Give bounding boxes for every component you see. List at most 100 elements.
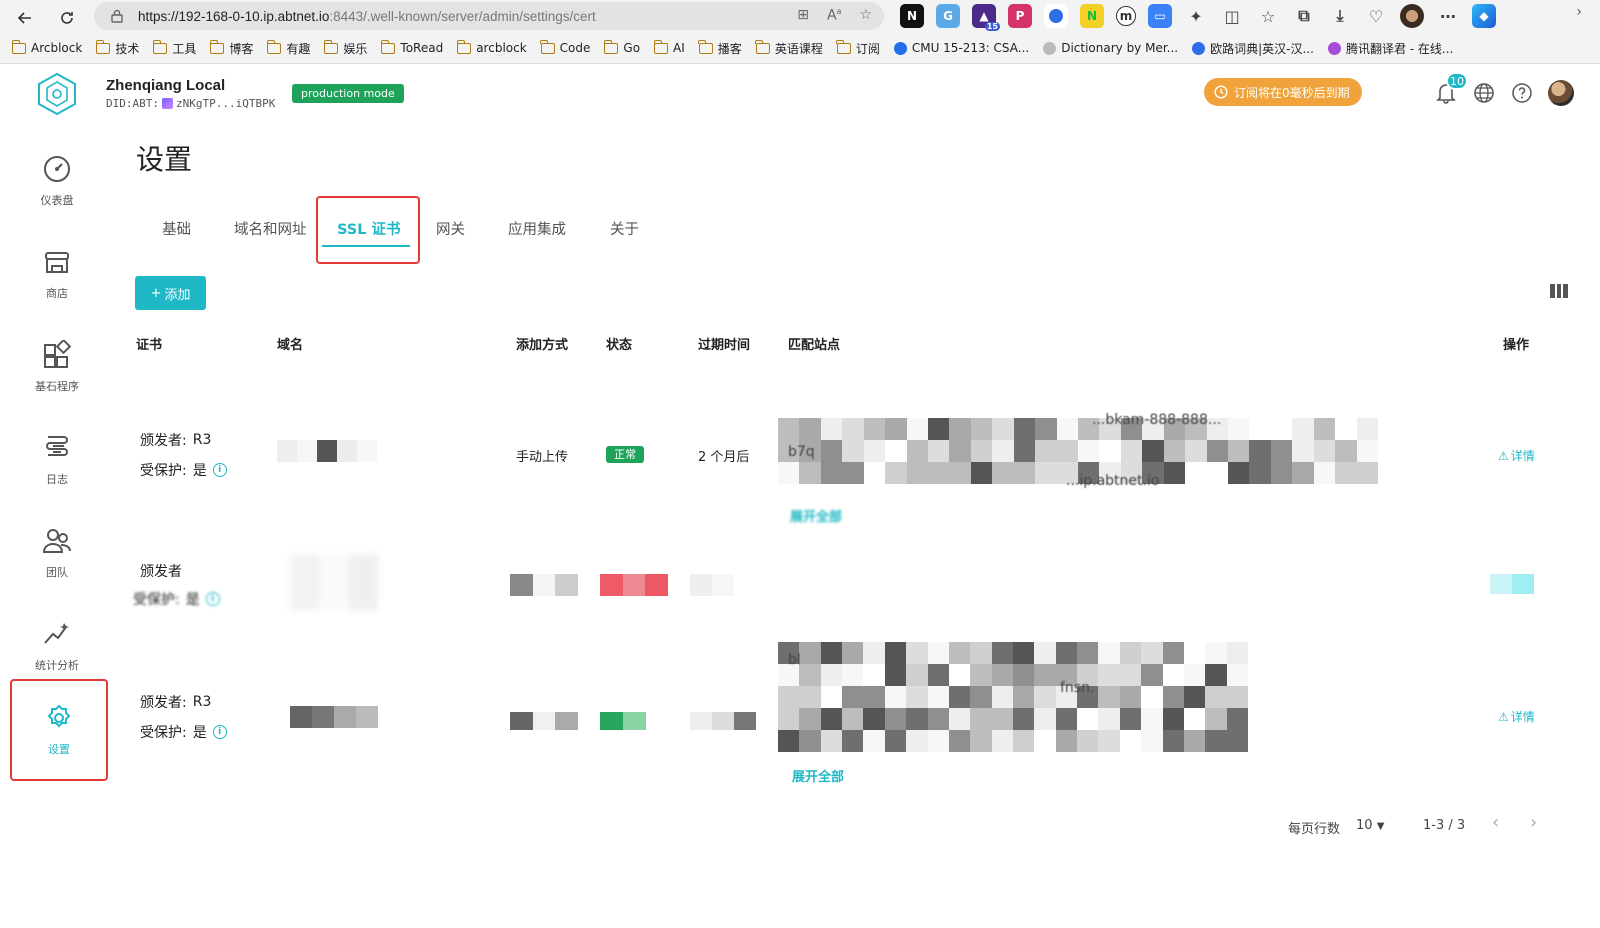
pdf-extension-icon[interactable]: P — [1008, 4, 1032, 28]
bookmark-item[interactable]: 英语课程 — [755, 39, 823, 57]
bookmark-item[interactable]: CMU 15-213: CSA... — [893, 41, 1029, 55]
bookmark-item[interactable]: 播客 — [698, 39, 742, 57]
protected-label: 受保护: — [133, 592, 180, 606]
column-header[interactable]: 状态 — [606, 334, 632, 353]
sidebar-item-team[interactable]: 团队 — [12, 506, 102, 600]
bookmark-item[interactable]: 腾讯翻译君 - 在线... — [1327, 40, 1453, 57]
address-bar[interactable]: https://192-168-0-10.ip.abtnet.io:8443/.… — [94, 2, 884, 30]
profile-avatar-icon[interactable] — [1400, 4, 1424, 28]
tab-about[interactable]: 关于 — [610, 218, 639, 239]
bookmark-item[interactable]: 欧路词典|英汉-汉... — [1192, 40, 1314, 57]
collections-icon[interactable]: ⧉ — [1292, 4, 1316, 28]
tab-domains[interactable]: 域名和网址 — [234, 218, 307, 239]
add-certificate-button[interactable]: + 添加 — [135, 276, 206, 310]
tab-basic[interactable]: 基础 — [162, 218, 191, 239]
bookmark-item[interactable]: Arcblock — [11, 39, 82, 55]
bookmark-item[interactable]: 娱乐 — [323, 39, 367, 57]
graduation-extension-icon[interactable]: ▲ 15 — [972, 4, 1000, 31]
bookmark-item[interactable]: Code — [540, 39, 590, 55]
n-extension-icon[interactable]: N — [1080, 4, 1104, 28]
user-avatar[interactable] — [1548, 80, 1574, 106]
favorite-star-icon[interactable]: ☆ — [859, 7, 872, 24]
redacted-expiry — [690, 574, 734, 596]
info-icon[interactable]: i — [205, 592, 220, 606]
bookmark-item[interactable]: 博客 — [209, 39, 253, 57]
bookmark-item[interactable]: 有趣 — [266, 39, 311, 57]
bookmark-item[interactable]: Dictionary by Mer... — [1043, 41, 1178, 55]
copilot-icon[interactable]: ◆ — [1472, 4, 1496, 28]
column-header[interactable]: 匹配站点 — [788, 334, 840, 353]
sidebar-item-logs[interactable]: 日志 — [12, 413, 102, 507]
translate-extension-icon[interactable]: G — [936, 4, 960, 28]
performance-icon[interactable]: ♡ — [1364, 4, 1388, 28]
sidebar-item-store[interactable]: 商店 — [12, 227, 102, 321]
tab-integrations[interactable]: 应用集成 — [508, 218, 566, 239]
detail-button[interactable]: ⚠ 详情 — [1498, 447, 1535, 464]
app-available-icon[interactable]: ⊞ — [797, 7, 809, 24]
back-button[interactable] — [12, 5, 38, 31]
detail-button[interactable]: ⚠ 详情 — [1498, 708, 1535, 725]
reload-button[interactable] — [54, 5, 80, 31]
bookmarks-overflow-icon[interactable]: › — [1576, 4, 1582, 20]
read-aloud-icon[interactable]: Aa — [827, 7, 841, 24]
redacted-action[interactable] — [1490, 574, 1534, 594]
next-page-icon[interactable]: › — [1530, 812, 1537, 833]
folder-icon — [603, 39, 619, 54]
bookmark-item[interactable]: arcblock — [456, 39, 527, 55]
info-icon[interactable]: i — [212, 463, 227, 477]
folder-icon — [380, 39, 396, 54]
notion-extension-icon[interactable]: N — [900, 4, 924, 28]
circle-extension-icon[interactable] — [1044, 4, 1068, 28]
issuer-field: 颁发者 — [140, 561, 188, 581]
sidebar-item-dashboard[interactable]: 仪表盘 — [12, 134, 102, 228]
subscription-expiry-pill[interactable]: 订阅将在0毫秒后到期 — [1204, 78, 1362, 106]
blocklet-server-logo-icon[interactable] — [36, 72, 78, 116]
favorites-icon[interactable]: ☆ — [1256, 4, 1280, 28]
column-header: 操作 — [1503, 338, 1530, 353]
column-header[interactable]: 域名 — [277, 334, 303, 353]
status-cell: 正常 — [606, 446, 644, 463]
download-icon[interactable]: ⤓ — [1328, 4, 1352, 28]
site-fragment: ...bkam-888-888... — [1092, 412, 1222, 428]
puzzle-extensions-icon[interactable]: ✦ — [1184, 4, 1208, 28]
dashboard-icon — [44, 156, 70, 182]
bookmark-item[interactable]: AI — [653, 39, 685, 55]
bookmark-item[interactable]: 订阅 — [836, 39, 880, 57]
folder-icon — [755, 39, 770, 54]
copilot-extension-icon[interactable]: m — [1116, 6, 1136, 26]
node-did[interactable]: DID:ABT: zNKgTP...iQTBPK — [106, 97, 275, 110]
sidebar-item-settings[interactable]: 设置 — [10, 679, 108, 781]
sidebar-item-label: 日志 — [46, 473, 68, 486]
split-screen-icon[interactable]: ◫ — [1220, 4, 1244, 28]
column-settings-icon[interactable] — [1550, 284, 1569, 298]
site-fragment: bl — [788, 652, 801, 668]
bookmark-item[interactable]: ToRead — [380, 39, 443, 55]
bookmark-label: 有趣 — [286, 41, 311, 56]
bookmark-item[interactable]: Go — [603, 39, 640, 55]
folder-icon — [95, 39, 111, 54]
language-button[interactable] — [1472, 81, 1496, 105]
screen-extension-icon[interactable]: ▭ — [1148, 4, 1172, 28]
redacted-domain — [290, 554, 378, 610]
expand-all-link[interactable]: 展开全部 — [792, 766, 844, 785]
expand-all-link[interactable]: 展开全部 — [790, 506, 842, 525]
column-header[interactable]: 添加方式 — [516, 334, 568, 353]
issuer-value: R3 — [192, 432, 212, 448]
info-icon[interactable]: i — [212, 725, 227, 739]
bookmark-item[interactable]: 技术 — [95, 39, 140, 57]
bookmark-label: 技术 — [115, 41, 140, 56]
sidebar-item-label: 仪表盘 — [40, 194, 74, 207]
subscription-notice: 订阅将在0毫秒后到期 — [1234, 85, 1350, 100]
sidebar: 仪表盘 商店 基石程序 日志 团队 统计分析 设置 — [0, 124, 112, 928]
site-favicon-icon — [1327, 41, 1341, 55]
column-header[interactable]: 证书 — [136, 334, 162, 353]
column-header[interactable]: 过期时间 — [698, 334, 750, 353]
tab-gateway[interactable]: 网关 — [436, 218, 465, 239]
previous-page-icon[interactable]: ‹ — [1492, 812, 1499, 833]
rows-per-page-select[interactable]: 10 ▼ — [1356, 818, 1384, 833]
help-button[interactable] — [1510, 81, 1534, 105]
bookmark-item[interactable]: 工具 — [152, 39, 196, 57]
bookmark-label: 播客 — [717, 41, 742, 56]
more-menu-icon[interactable]: ⋯ — [1436, 4, 1460, 28]
protected-field: 受保护: 是 i — [133, 592, 220, 606]
